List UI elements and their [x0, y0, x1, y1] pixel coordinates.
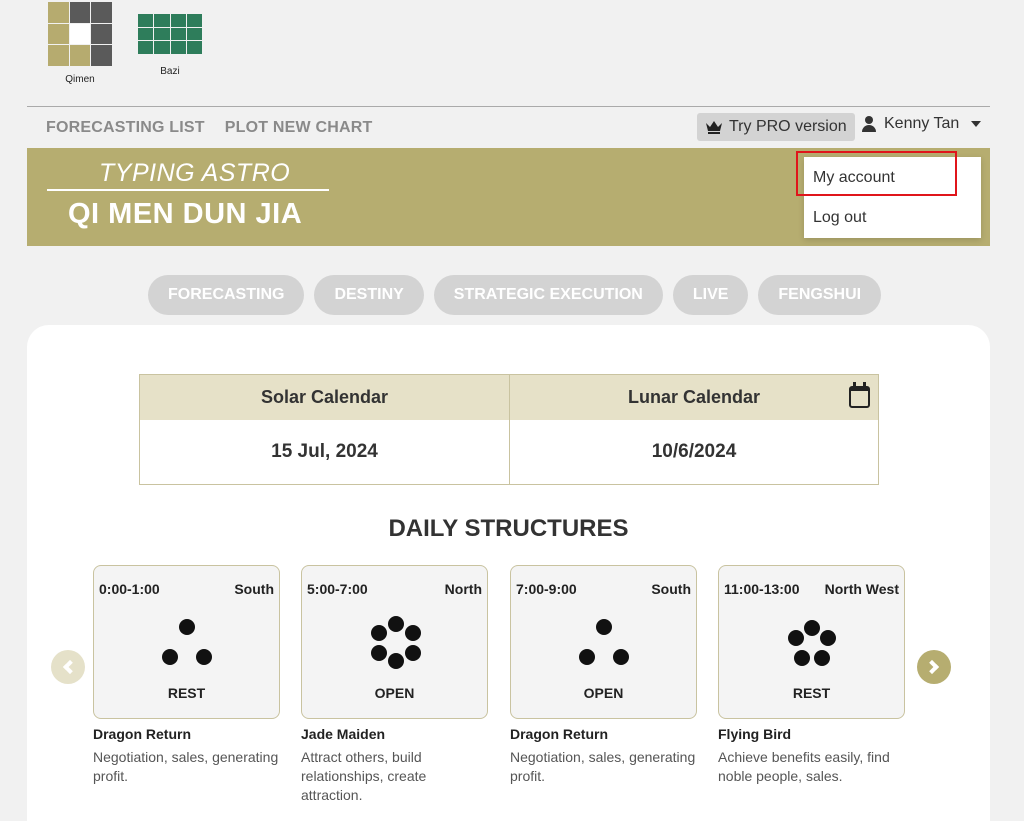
try-pro-label: Try PRO version — [729, 118, 847, 135]
structure-name: Flying Bird — [718, 726, 792, 742]
chevron-right-icon — [924, 659, 940, 675]
solar-calendar-value[interactable]: 15 Jul, 2024 — [140, 420, 509, 484]
lunar-calendar-value[interactable]: 10/6/2024 — [510, 420, 878, 484]
structure-state: REST — [167, 685, 206, 701]
tab-strategic-execution[interactable]: STRATEGIC EXECUTION — [433, 275, 663, 315]
structure-name: Dragon Return — [510, 726, 608, 742]
highlight-box — [796, 151, 957, 196]
structure-state: REST — [792, 685, 831, 701]
lunar-calendar-label: Lunar Calendar — [627, 387, 761, 407]
structure-description: Negotiation, sales, generating profit. — [93, 749, 279, 784]
structure-description: Negotiation, sales, generating profit. — [510, 749, 696, 784]
chevron-left-icon — [62, 659, 78, 675]
user-menu-toggle[interactable]: Kenny Tan — [862, 115, 982, 133]
structure-description: Attract others, build relationships, cre… — [301, 749, 427, 803]
structure-box: 7:00-9:00 South OPEN — [510, 565, 697, 719]
user-icon — [862, 116, 876, 132]
calendar-panel: Solar Calendar 15 Jul, 2024 Lunar Calend… — [139, 374, 879, 485]
tab-destiny[interactable]: DESTINY — [314, 275, 424, 315]
banner-subtitle: TYPING ASTRO — [99, 159, 291, 187]
structure-box: 11:00-13:00 North West REST — [718, 565, 905, 719]
structure-state: OPEN — [374, 685, 415, 701]
app-qimen-label: Qimen — [65, 74, 95, 85]
tab-fengshui[interactable]: FENGSHUI — [758, 275, 882, 315]
lunar-calendar-header: Lunar Calendar — [510, 375, 878, 420]
calendar-icon[interactable] — [849, 382, 870, 408]
structure-box: 5:00-7:00 North OPEN — [301, 565, 488, 719]
category-tabs: FORECASTING DESTINY STRATEGIC EXECUTION … — [148, 275, 882, 315]
plot-new-chart-link[interactable]: PLOT NEW CHART — [225, 119, 373, 137]
crown-icon — [706, 121, 722, 134]
structure-state: OPEN — [583, 685, 624, 701]
forecasting-list-link[interactable]: FORECASTING LIST — [46, 119, 205, 137]
tab-live[interactable]: LIVE — [672, 275, 749, 315]
structure-description: Achieve benefits easily, find noble peop… — [718, 749, 890, 784]
structure-name: Dragon Return — [93, 726, 191, 742]
structure-card[interactable]: 5:00-7:00 North OPEN Jade Maiden Attract… — [301, 565, 488, 805]
banner-title: QI MEN DUN JIA — [68, 198, 303, 230]
lunar-calendar: Lunar Calendar 10/6/2024 — [509, 375, 878, 484]
top-navigation-bar: FORECASTING LIST PLOT NEW CHART Try PRO … — [27, 106, 990, 148]
qimen-grid-icon — [48, 2, 112, 66]
structure-name: Jade Maiden — [301, 726, 386, 742]
carousel-next-button[interactable] — [917, 650, 951, 684]
top-nav-links: FORECASTING LIST PLOT NEW CHART — [27, 119, 372, 137]
app-switcher: Qimen Bazi — [48, 2, 202, 85]
bazi-grid-icon — [138, 14, 202, 54]
app-bazi-label: Bazi — [160, 66, 180, 77]
caret-down-icon — [971, 121, 982, 127]
solar-calendar-label: Solar Calendar — [140, 375, 509, 420]
tab-forecasting[interactable]: FORECASTING — [148, 275, 305, 315]
structure-card[interactable]: 7:00-9:00 South OPEN Dragon Return Negot… — [510, 565, 697, 786]
structure-box: 0:00-1:00 South REST — [93, 565, 280, 719]
carousel-prev-button[interactable] — [51, 650, 85, 684]
try-pro-button[interactable]: Try PRO version — [697, 113, 855, 141]
daily-structures-title: DAILY STRUCTURES — [388, 515, 629, 542]
main-card: Solar Calendar 15 Jul, 2024 Lunar Calend… — [27, 325, 990, 821]
user-name: Kenny Tan — [884, 115, 960, 132]
banner-divider — [47, 189, 329, 191]
solar-calendar: Solar Calendar 15 Jul, 2024 — [140, 375, 509, 484]
log-out-menu-item[interactable]: Log out — [813, 209, 866, 227]
app-bazi[interactable]: Bazi — [138, 2, 202, 85]
structure-card[interactable]: 11:00-13:00 North West REST Flying Bird … — [718, 565, 905, 786]
app-qimen[interactable]: Qimen — [48, 2, 112, 85]
structure-card[interactable]: 0:00-1:00 South REST Dragon Return Negot… — [93, 565, 280, 786]
